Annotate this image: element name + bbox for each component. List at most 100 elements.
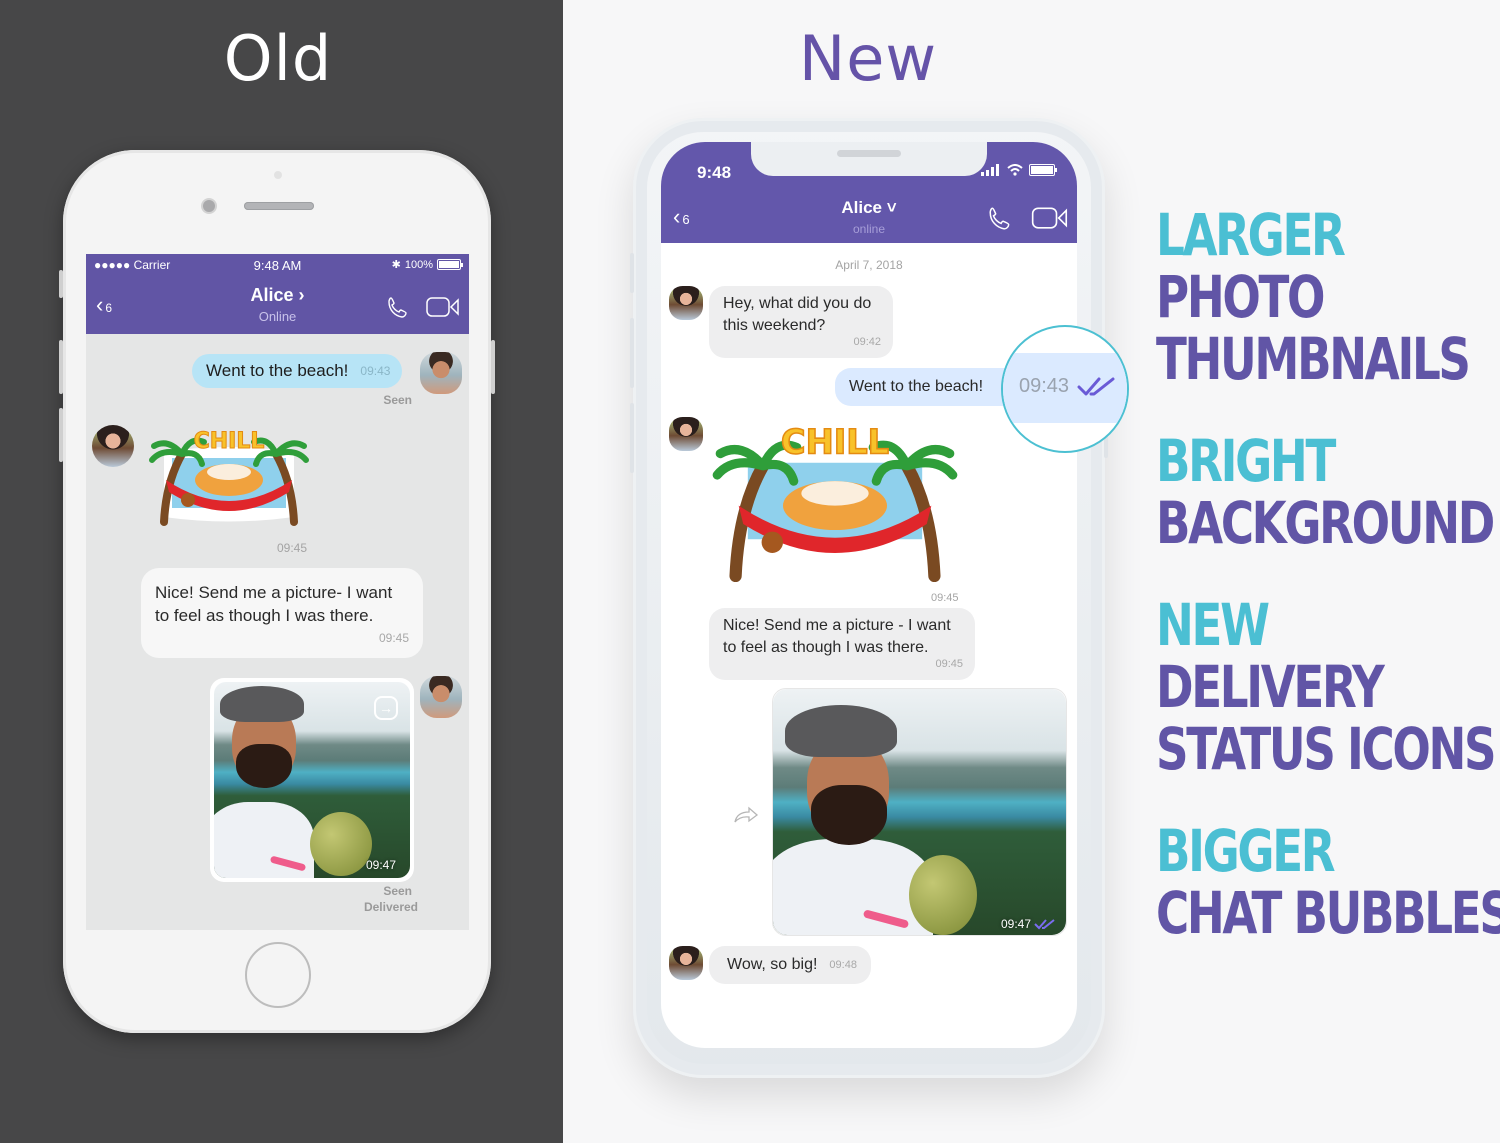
message-time: 09:45 bbox=[931, 592, 959, 604]
front-camera bbox=[203, 200, 215, 212]
message-text: Wow, so big! bbox=[727, 956, 818, 973]
signal-icon bbox=[981, 164, 999, 176]
wifi-icon bbox=[1007, 164, 1023, 176]
message-text: Went to the beach! bbox=[849, 378, 984, 395]
feature-bigger-chat-bubbles: BIGGER CHAT BUBBLES bbox=[1156, 820, 1500, 944]
video-call-icon[interactable] bbox=[1031, 205, 1069, 231]
avatar-alice[interactable] bbox=[669, 946, 703, 980]
feature-line: PHOTO bbox=[1156, 263, 1325, 331]
avatar-alice[interactable] bbox=[669, 286, 703, 320]
message-text: Went to the beach! bbox=[206, 361, 349, 380]
earpiece-speaker bbox=[244, 202, 314, 210]
volume-down-button bbox=[59, 408, 63, 462]
avatar-alice[interactable] bbox=[92, 425, 134, 467]
proximity-sensor bbox=[274, 171, 282, 179]
photo-message[interactable]: → 09:47 bbox=[210, 678, 414, 882]
status-right: ✱ 100% bbox=[391, 258, 463, 271]
power-button bbox=[491, 340, 495, 394]
volume-up-button bbox=[59, 340, 63, 394]
message-time: 09:45 bbox=[935, 658, 963, 670]
message-text: Hey, what did you do this weekend? bbox=[723, 295, 872, 334]
contact-name[interactable]: Alice ˅ bbox=[661, 198, 1077, 218]
message-time: 09:45 bbox=[277, 541, 308, 555]
message-bubble-incoming[interactable]: Nice! Send me a picture - I want to feel… bbox=[709, 608, 975, 680]
mute-switch bbox=[59, 270, 63, 298]
message-status-seen: Seen bbox=[383, 884, 412, 898]
magnified-time: 09:43 bbox=[1019, 375, 1070, 397]
sticker-caption: CHILL bbox=[194, 429, 265, 454]
message-bubble-incoming[interactable]: Nice! Send me a picture- I want to feel … bbox=[141, 568, 423, 658]
bluetooth-icon: ✱ bbox=[391, 259, 401, 271]
double-check-icon bbox=[1077, 377, 1115, 396]
feature-accent: BIGGER bbox=[1156, 817, 1336, 885]
contact-name[interactable]: Alice › bbox=[86, 285, 469, 306]
message-time: 09:48 bbox=[829, 959, 857, 971]
phone-icon[interactable] bbox=[386, 295, 410, 319]
photo-time: 09:47 bbox=[365, 858, 396, 872]
contact-status: online bbox=[852, 222, 886, 236]
sticker-caption: CHILL bbox=[781, 423, 889, 462]
photo-thumbnail[interactable]: → 09:47 bbox=[214, 682, 410, 878]
old-title: Old bbox=[223, 22, 333, 95]
phone-icon[interactable] bbox=[987, 205, 1013, 231]
home-button[interactable] bbox=[245, 942, 311, 1008]
chat-navbar: ‹ 6 Alice › Online bbox=[86, 276, 469, 334]
message-time: 09:42 bbox=[853, 336, 881, 348]
feature-line: THUMBNAILS bbox=[1156, 325, 1471, 393]
volume-up-button bbox=[630, 318, 634, 388]
old-chat-screen: ●●●●● Carrier 9:48 AM ✱ 100% ‹ 6 Alice ›… bbox=[86, 254, 469, 930]
photo-message[interactable]: 09:47 bbox=[772, 688, 1067, 936]
photo-time: 09:47 bbox=[1000, 917, 1031, 931]
feature-line: DELIVERY bbox=[1156, 653, 1385, 721]
message-bubble-incoming[interactable]: Wow, so big! 09:48 bbox=[709, 946, 871, 984]
feature-larger-photo-thumbnails: LARGER PHOTO THUMBNAILS bbox=[1156, 204, 1500, 390]
chat-navbar: 9:48 ‹ 6 Alice ˅ online bbox=[661, 142, 1077, 243]
clock: 9:48 bbox=[697, 163, 732, 182]
new-title: New bbox=[798, 22, 938, 95]
new-phone: 9:48 ‹ 6 Alice ˅ online April 7, 2018 He… bbox=[630, 118, 1108, 1078]
message-status: Seen bbox=[383, 393, 412, 407]
avatar-me[interactable] bbox=[420, 676, 462, 718]
volume-down-button bbox=[630, 403, 634, 473]
message-bubble-incoming[interactable]: Hey, what did you do this weekend? 09:42 bbox=[709, 286, 893, 358]
forward-icon[interactable]: → bbox=[374, 696, 398, 720]
video-call-icon[interactable] bbox=[426, 295, 460, 319]
feature-line: BACKGROUND bbox=[1156, 489, 1495, 557]
feature-list: LARGER PHOTO THUMBNAILS BRIGHT BACKGROUN… bbox=[1156, 204, 1500, 984]
old-phone: ●●●●● Carrier 9:48 AM ✱ 100% ‹ 6 Alice ›… bbox=[59, 150, 495, 1033]
feature-accent: LARGER bbox=[1156, 201, 1346, 269]
battery-percent: 100% bbox=[404, 258, 433, 271]
old-panel: Old ●●●●● Carrier 9:48 AM ✱ 100% ‹ 6 Ali… bbox=[0, 0, 563, 1143]
share-icon[interactable] bbox=[733, 806, 759, 824]
date-separator: April 7, 2018 bbox=[835, 258, 903, 272]
message-time: 09:43 bbox=[360, 364, 391, 378]
avatar-alice[interactable] bbox=[669, 417, 703, 451]
photo-thumbnail[interactable]: 09:47 bbox=[773, 689, 1066, 935]
message-bubble-outgoing[interactable]: Went to the beach! 09:43 bbox=[192, 354, 403, 388]
feature-accent: NEW bbox=[1156, 591, 1270, 659]
double-check-icon bbox=[1034, 919, 1055, 930]
message-text: Nice! Send me a picture - I want to feel… bbox=[723, 617, 951, 656]
notch bbox=[751, 142, 987, 176]
status-bar: ●●●●● Carrier 9:48 AM ✱ 100% bbox=[86, 254, 469, 276]
photo-status: 09:47 bbox=[1001, 917, 1056, 931]
new-chat-screen: 9:48 ‹ 6 Alice ˅ online April 7, 2018 He… bbox=[661, 142, 1077, 1048]
delivery-status-magnifier: 09:43 bbox=[1001, 325, 1129, 453]
feature-accent: BRIGHT bbox=[1156, 427, 1336, 495]
feature-line: CHAT BUBBLES bbox=[1156, 879, 1500, 947]
feature-line: STATUS ICONS bbox=[1156, 715, 1497, 783]
message-time: 09:45 bbox=[378, 631, 409, 645]
contact-status: Online bbox=[258, 309, 297, 324]
feature-bright-background: BRIGHT BACKGROUND bbox=[1156, 430, 1500, 554]
chill-sticker[interactable]: CHILL bbox=[144, 422, 314, 532]
chill-sticker[interactable]: CHILL bbox=[705, 416, 965, 586]
mute-switch bbox=[630, 253, 634, 293]
earpiece-speaker bbox=[837, 150, 901, 157]
feature-new-delivery-status-icons: NEW DELIVERY STATUS ICONS bbox=[1156, 594, 1500, 780]
message-status-delivered: Delivered bbox=[363, 900, 418, 914]
message-text: Nice! Send me a picture- I want to feel … bbox=[155, 583, 393, 625]
status-right bbox=[981, 164, 1057, 176]
battery-icon bbox=[437, 259, 463, 270]
avatar-me[interactable] bbox=[420, 352, 462, 394]
battery-icon bbox=[1029, 164, 1057, 176]
